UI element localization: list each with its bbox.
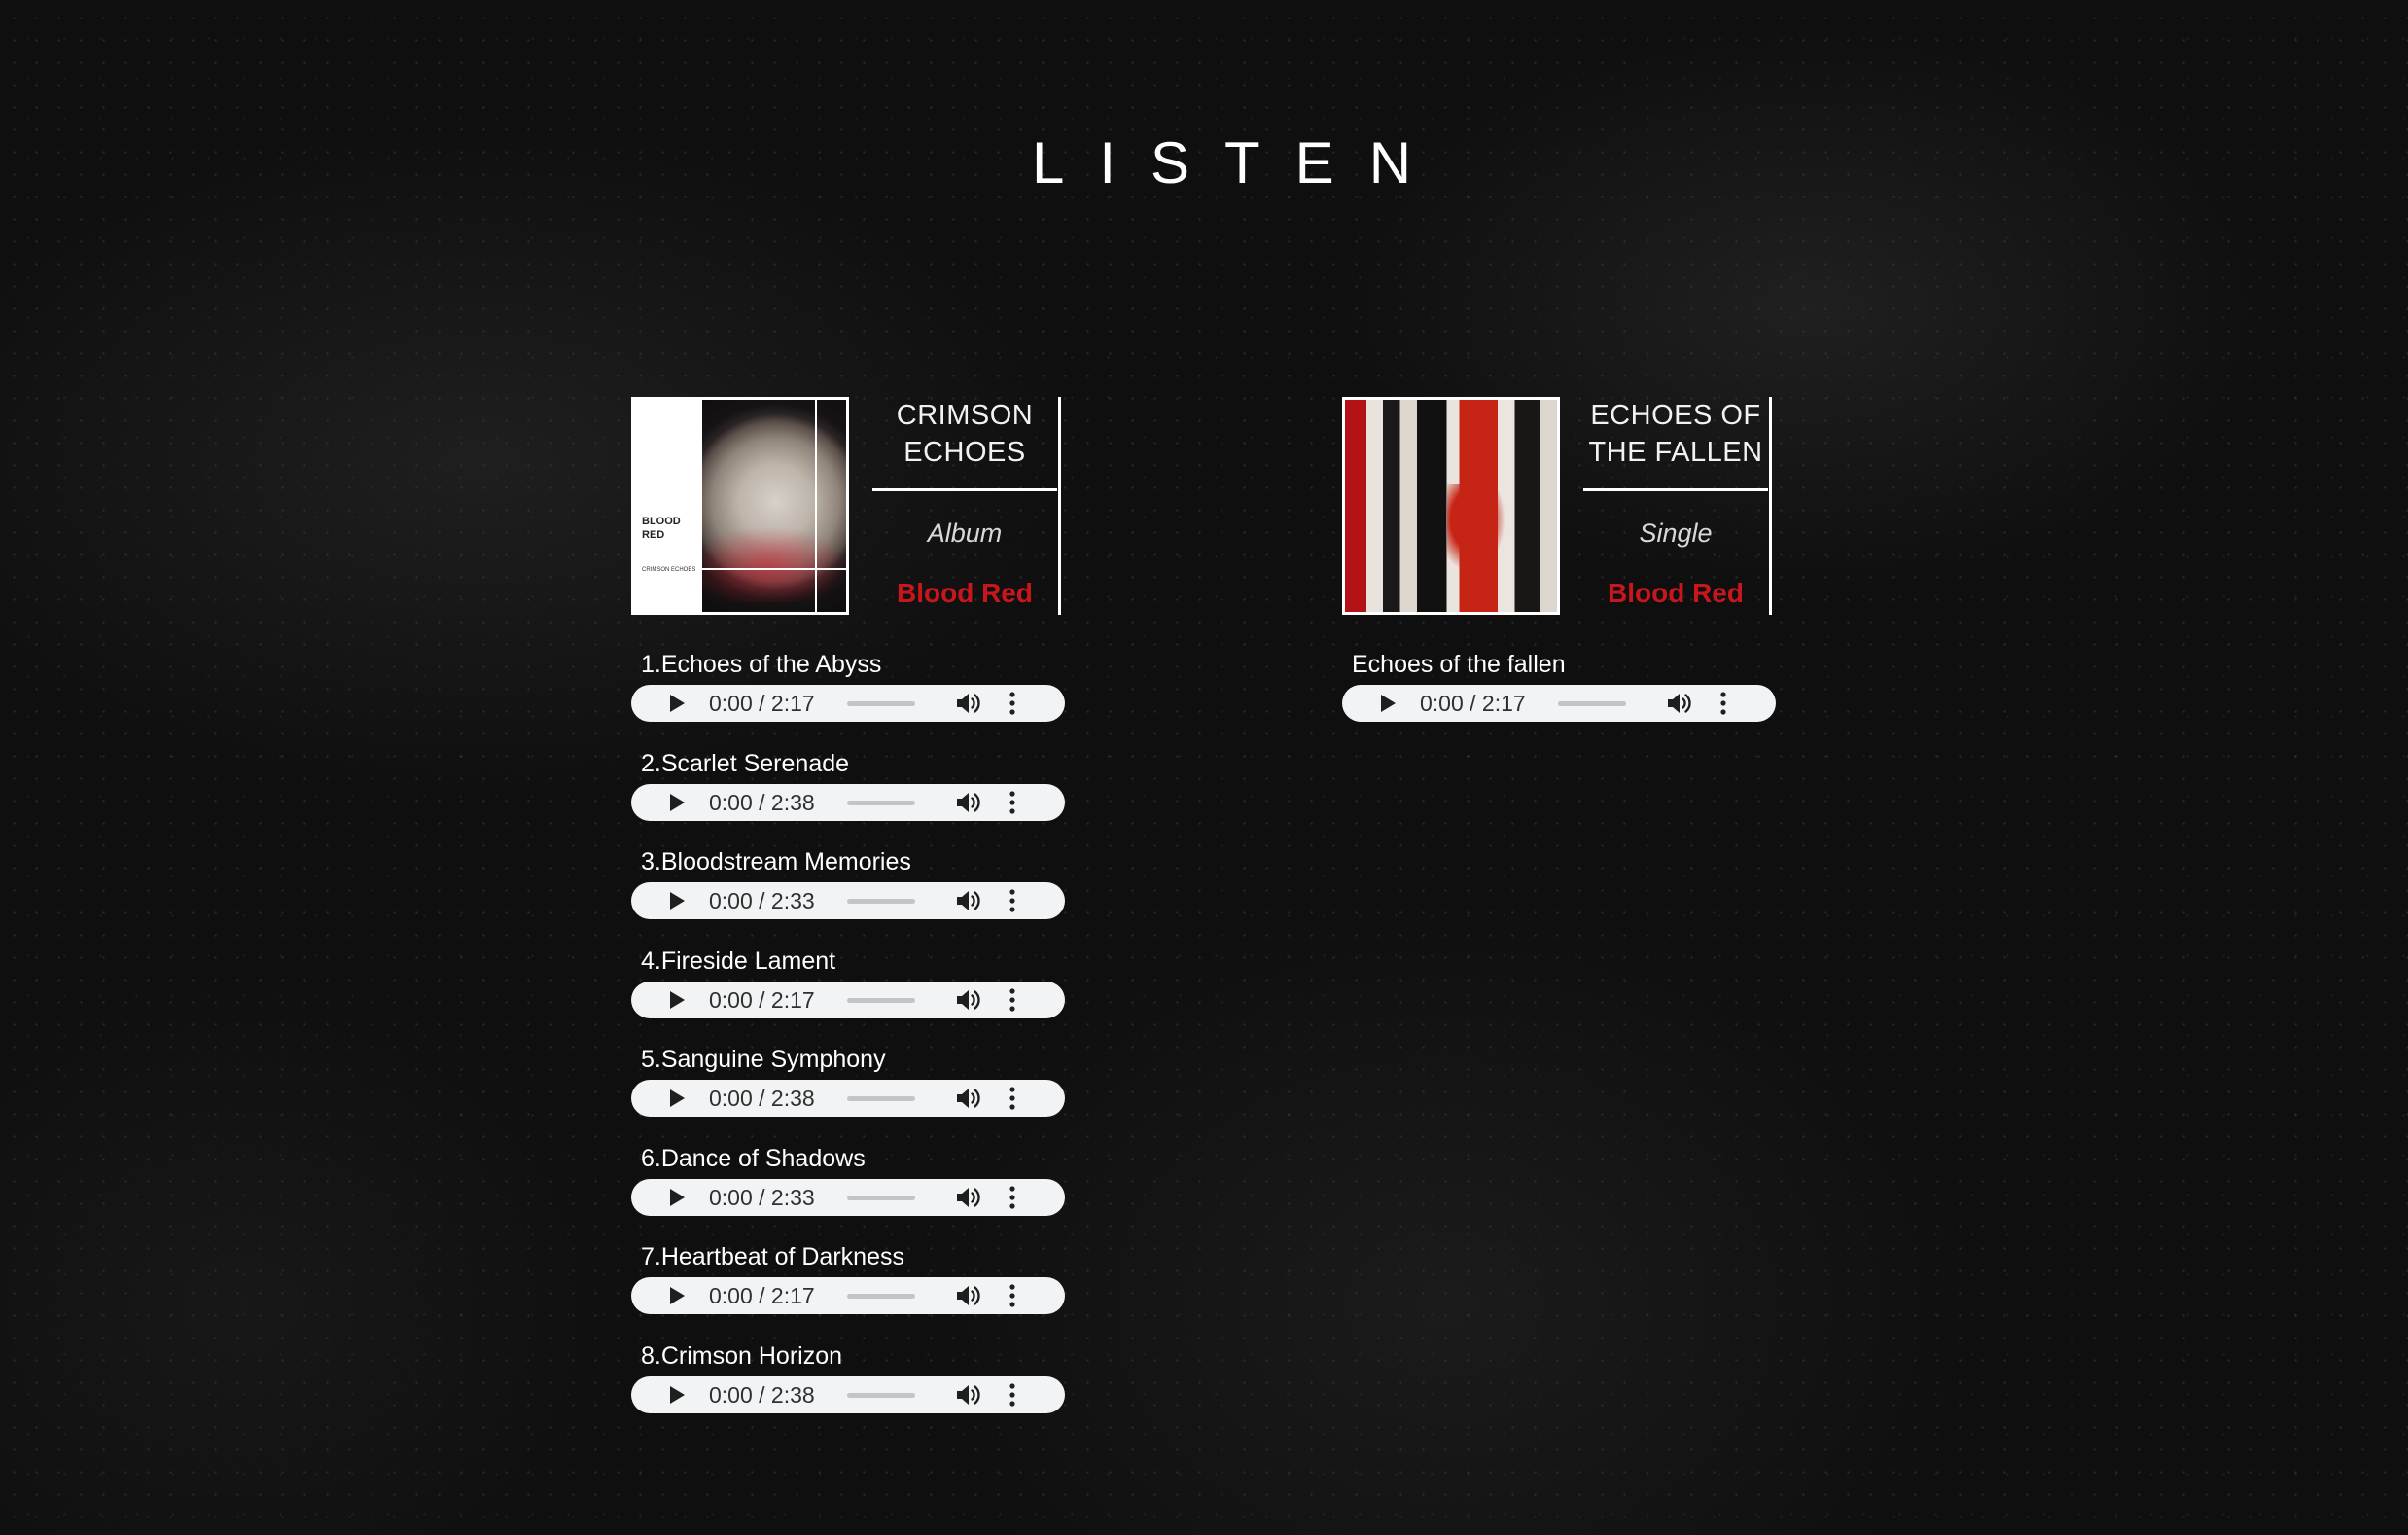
cracked-moon-image <box>702 400 846 612</box>
play-icon[interactable] <box>670 892 685 910</box>
volume-slider[interactable] <box>847 1392 915 1398</box>
release-album: BLOOD RED CRIMSON ECHOES CRIMSON ECHOES … <box>631 397 1065 1440</box>
track-item: 7.Heartbeat of Darkness 0:00 / 2:17 <box>631 1242 1065 1341</box>
release-header: ECHOES OF THE FALLEN Single Blood Red <box>1342 397 1776 617</box>
playback-time: 0:00 / 2:33 <box>709 1184 815 1210</box>
audio-player[interactable]: 0:00 / 2:38 <box>631 783 1065 821</box>
release-type: Single <box>1639 518 1713 548</box>
track-item: 6.Dance of Shadows 0:00 / 2:33 <box>631 1144 1065 1243</box>
track-item: 5.Sanguine Symphony 0:00 / 2:38 <box>631 1045 1065 1144</box>
volume-slider[interactable] <box>847 899 915 904</box>
red-paint-strokes-image <box>1345 400 1557 612</box>
volume-icon[interactable] <box>955 890 982 911</box>
release-single: ECHOES OF THE FALLEN Single Blood Red Ec… <box>1342 397 1776 749</box>
volume-slider[interactable] <box>847 1195 915 1200</box>
release-type: Album <box>927 518 1003 548</box>
more-vertical-icon[interactable] <box>1719 692 1727 715</box>
audio-player[interactable]: 0:00 / 2:17 <box>631 981 1065 1018</box>
play-icon[interactable] <box>670 1385 685 1404</box>
track-title: 1.Echoes of the Abyss <box>641 651 882 678</box>
volume-icon[interactable] <box>955 1384 982 1406</box>
release-info: ECHOES OF THE FALLEN Single Blood Red <box>1583 397 1772 615</box>
audio-player[interactable]: 0:00 / 2:17 <box>631 1277 1065 1314</box>
play-icon[interactable] <box>670 1188 685 1206</box>
divider <box>1058 397 1061 615</box>
track-title: 7.Heartbeat of Darkness <box>641 1243 904 1270</box>
track-title: 2.Scarlet Serenade <box>641 749 850 777</box>
track-title: 5.Sanguine Symphony <box>641 1046 886 1073</box>
track-title: 4.Fireside Lament <box>641 946 836 975</box>
playback-time: 0:00 / 2:33 <box>709 888 815 913</box>
more-vertical-icon[interactable] <box>1009 692 1016 715</box>
track-item: 8.Crimson Horizon 0:00 / 2:38 <box>631 1341 1065 1441</box>
release-info: CRIMSON ECHOES Album Blood Red <box>872 397 1061 615</box>
volume-slider[interactable] <box>847 701 915 706</box>
volume-slider[interactable] <box>1558 701 1626 706</box>
divider <box>1769 397 1772 615</box>
more-vertical-icon[interactable] <box>1009 790 1016 814</box>
volume-slider[interactable] <box>847 800 915 805</box>
volume-slider[interactable] <box>847 1096 915 1101</box>
track-title: 6.Dance of Shadows <box>641 1144 866 1172</box>
audio-player[interactable]: 0:00 / 2:38 <box>631 1080 1065 1117</box>
audio-player[interactable]: 0:00 / 2:17 <box>1342 685 1776 722</box>
play-icon[interactable] <box>670 1287 685 1304</box>
volume-icon[interactable] <box>955 693 982 714</box>
track-title: Echoes of the fallen <box>1352 651 1566 678</box>
volume-icon[interactable] <box>1666 693 1693 714</box>
cover-subtitle: CRIMSON ECHOES <box>642 567 696 573</box>
track-title: 8.Crimson Horizon <box>641 1341 843 1370</box>
playback-time: 0:00 / 2:17 <box>709 1283 815 1308</box>
release-artist: Blood Red <box>1608 578 1744 608</box>
playback-time: 0:00 / 2:17 <box>709 691 815 716</box>
volume-icon[interactable] <box>955 1285 982 1306</box>
audio-player[interactable]: 0:00 / 2:38 <box>631 1375 1065 1413</box>
play-icon[interactable] <box>1381 695 1396 712</box>
play-icon[interactable] <box>670 695 685 712</box>
more-vertical-icon[interactable] <box>1009 1185 1016 1209</box>
volume-icon[interactable] <box>955 1187 982 1208</box>
track-title: 3.Bloodstream Memories <box>641 848 911 875</box>
tracklist: 1.Echoes of the Abyss 0:00 / 2:17 2.Scarle… <box>631 650 1065 1440</box>
play-icon[interactable] <box>670 990 685 1009</box>
release-name: ECHOES OF THE FALLEN <box>1588 400 1763 468</box>
track-item: 1.Echoes of the Abyss 0:00 / 2:17 <box>631 650 1065 749</box>
page-title: LISTEN <box>1031 130 1447 196</box>
cover-title: BLOOD RED <box>642 516 681 541</box>
album-cover-art: BLOOD RED CRIMSON ECHOES <box>631 397 849 615</box>
play-icon[interactable] <box>670 1089 685 1107</box>
track-item: Echoes of the fallen 0:00 / 2:17 <box>1342 650 1776 749</box>
track-item: 2.Scarlet Serenade 0:00 / 2:38 <box>631 749 1065 848</box>
track-item: 4.Fireside Lament 0:00 / 2:17 <box>631 946 1065 1046</box>
volume-slider[interactable] <box>847 997 915 1003</box>
more-vertical-icon[interactable] <box>1009 1284 1016 1307</box>
play-icon[interactable] <box>670 793 685 811</box>
volume-icon[interactable] <box>955 989 982 1011</box>
playback-time: 0:00 / 2:17 <box>1420 691 1526 716</box>
track-item: 3.Bloodstream Memories 0:00 / 2:33 <box>631 847 1065 946</box>
audio-player[interactable]: 0:00 / 2:33 <box>631 1178 1065 1216</box>
divider <box>872 488 1057 491</box>
playback-time: 0:00 / 2:38 <box>709 1086 815 1111</box>
audio-player[interactable]: 0:00 / 2:17 <box>631 685 1065 722</box>
volume-icon[interactable] <box>955 792 982 813</box>
volume-slider[interactable] <box>847 1294 915 1299</box>
more-vertical-icon[interactable] <box>1009 1087 1016 1110</box>
more-vertical-icon[interactable] <box>1009 987 1016 1012</box>
tracklist: Echoes of the fallen 0:00 / 2:17 <box>1342 650 1776 749</box>
audio-player[interactable]: 0:00 / 2:33 <box>631 882 1065 919</box>
release-artist: Blood Red <box>897 578 1033 608</box>
volume-icon[interactable] <box>955 1088 982 1109</box>
release-name: CRIMSON ECHOES <box>896 400 1034 468</box>
single-cover-art <box>1342 397 1560 615</box>
more-vertical-icon[interactable] <box>1009 1382 1016 1407</box>
playback-time: 0:00 / 2:17 <box>709 986 815 1013</box>
more-vertical-icon[interactable] <box>1009 889 1016 912</box>
playback-time: 0:00 / 2:38 <box>709 1381 815 1408</box>
release-header: BLOOD RED CRIMSON ECHOES CRIMSON ECHOES … <box>631 397 1065 617</box>
divider <box>1583 488 1768 491</box>
playback-time: 0:00 / 2:38 <box>709 789 815 815</box>
